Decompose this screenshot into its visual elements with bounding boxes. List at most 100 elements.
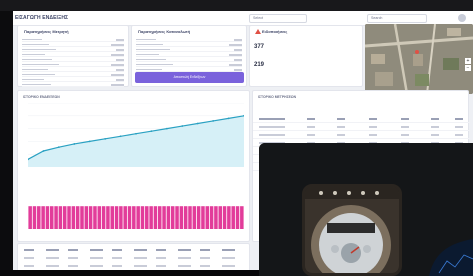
table-cell: [24, 249, 34, 251]
consumption-bar: [158, 206, 162, 229]
table-cell: [337, 118, 345, 120]
consumption-bar: [162, 206, 166, 229]
search-input[interactable]: Search: [367, 14, 427, 23]
consumption-bar: [97, 206, 102, 229]
consumption-bar: [62, 206, 67, 229]
location-map[interactable]: + −: [365, 24, 473, 94]
table-cell: [156, 257, 166, 259]
table-cell: [90, 265, 103, 267]
consumption-bar: [149, 206, 153, 229]
consumption-bar: [50, 206, 54, 229]
consumption-bar: [201, 206, 205, 229]
send-readings-button[interactable]: Αποστολή Ενδείξεων: [135, 72, 244, 83]
readings-history-card: ΙΣΤΟΡΙΚΟ ΕΝΔΕΙΞΕΩΝ: [17, 90, 250, 242]
table-header-row: [253, 115, 470, 123]
table-cell: [259, 118, 285, 120]
filter-select[interactable]: Select: [249, 14, 307, 23]
table-cell: [431, 126, 439, 128]
water-meter-photo: [305, 187, 399, 273]
readings-line-chart: [28, 103, 244, 167]
consumption-bar: [32, 206, 37, 229]
consumption-bar: [58, 206, 63, 229]
table-row[interactable]: [253, 123, 470, 131]
consumption-bar: [231, 206, 235, 229]
table-cell: [112, 257, 122, 259]
consumption-bar: [119, 206, 123, 229]
table-cell: [156, 265, 166, 267]
consumption-bar: [123, 206, 127, 229]
line-point: [104, 137, 107, 140]
table-cell: [401, 134, 409, 136]
consumption-bar: [214, 206, 218, 229]
table-cell: [259, 134, 285, 136]
table-cell: [178, 265, 191, 267]
consumption-bar: [84, 206, 89, 229]
line-point: [196, 122, 199, 125]
table-cell: [112, 265, 122, 267]
table-cell: [431, 134, 439, 136]
map-pin-icon: [415, 50, 419, 54]
table-card-title: ΙΣΤΟΡΙΚΟ ΜΕΤΡΗΣΕΩΝ: [258, 95, 297, 99]
table-row[interactable]: [253, 131, 470, 139]
kpi-value-1: 377: [254, 44, 265, 50]
table-cell: [134, 249, 147, 251]
line-point: [119, 135, 122, 138]
zoom-in-icon[interactable]: +: [465, 58, 471, 64]
line-point: [165, 127, 168, 130]
consumption-bar: [101, 206, 106, 229]
table-cell: [455, 126, 463, 128]
consumption-bar: [188, 206, 192, 229]
consumption-bar: [218, 206, 222, 229]
table-cell: [112, 249, 122, 251]
alert-icon: [255, 29, 261, 34]
line-point: [150, 130, 153, 133]
consumption-bar: [80, 206, 84, 229]
consumption-bar: [75, 206, 80, 229]
table-cell: [178, 249, 191, 251]
table-cell: [401, 118, 409, 120]
consumption-bar: [183, 206, 188, 229]
meter-remarks-card: Παρατηρήσεις Μετρητή: [17, 25, 129, 87]
consumption-bar: [175, 206, 179, 229]
consumption-bar: [140, 206, 145, 229]
table-cell: [455, 134, 463, 136]
avatar[interactable]: [458, 14, 466, 22]
app-title: ΕΙΣΑΓΩΓΗ ΕΝΔΕΙΞΗΣ: [15, 15, 69, 21]
table-cell: [222, 249, 235, 251]
line-point: [227, 117, 230, 120]
consumption-bar: [192, 206, 197, 229]
table-cell: [200, 249, 210, 251]
alerts-title: Ειδοποιήσεις: [262, 29, 288, 34]
consumption-bar: [209, 206, 214, 229]
table-cell: [46, 257, 59, 259]
consumption-bar: [240, 206, 244, 229]
consumption-bar: [37, 206, 41, 229]
table-cell: [337, 134, 345, 136]
consumption-bar: [196, 206, 201, 229]
table-cell: [369, 134, 377, 136]
line-point: [57, 146, 60, 149]
kpi-value-2: 219: [254, 62, 265, 68]
table-cell: [307, 118, 315, 120]
consumption-bar: [170, 206, 175, 229]
table-cell: [200, 257, 210, 259]
consumption-bar: [166, 206, 171, 229]
table-cell: [455, 118, 463, 120]
zoom-out-icon[interactable]: −: [465, 65, 471, 71]
table-cell: [68, 249, 78, 251]
consumption-bar: [205, 206, 210, 229]
table-cell: [307, 126, 315, 128]
table-cell: [156, 249, 166, 251]
table-cell: [24, 265, 34, 267]
settings-icon: [347, 191, 351, 195]
line-point: [73, 143, 76, 145]
table-cell: [24, 257, 34, 259]
table-cell: [178, 257, 191, 259]
table-cell: [259, 126, 285, 128]
table-cell: [431, 118, 439, 120]
hdr-icon: [375, 191, 379, 195]
consumption-bar: [179, 206, 184, 229]
consumption-bar: [93, 206, 97, 229]
consumption-bar: [54, 206, 58, 229]
line-point: [181, 125, 184, 127]
